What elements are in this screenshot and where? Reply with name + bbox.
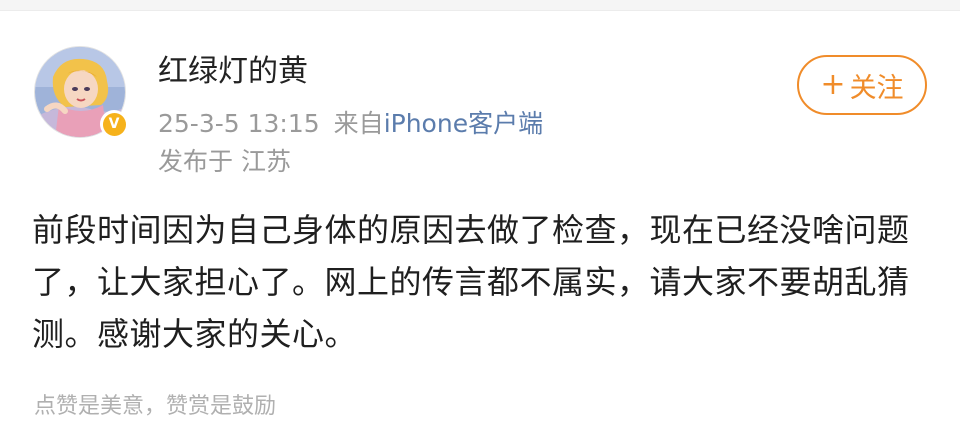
source-device-link[interactable]: iPhone客户端 [384,109,543,138]
post-timestamp: 25-3-5 13:15 [158,109,320,138]
top-divider [0,0,960,11]
plus-icon: + [820,67,846,102]
reward-hint[interactable]: 点赞是美意，赞赏是鼓励 [34,392,276,422]
source-prefix: 来自 [333,109,384,138]
post-location: 发布于 江苏 [158,147,291,176]
post-content: 前段时间因为自己身体的原因去做了检查，现在已经没啥问题了，让大家担心了。网上的传… [32,211,910,353]
author-avatar[interactable]: V [34,46,128,138]
author-name[interactable]: 红绿灯的黄 [158,52,308,92]
follow-button[interactable]: + 关注 [797,55,927,115]
verified-badge-icon: V [100,110,128,138]
post-meta: 25-3-5 13:15 来自iPhone客户端 [158,106,543,142]
follow-label: 关注 [849,72,904,104]
